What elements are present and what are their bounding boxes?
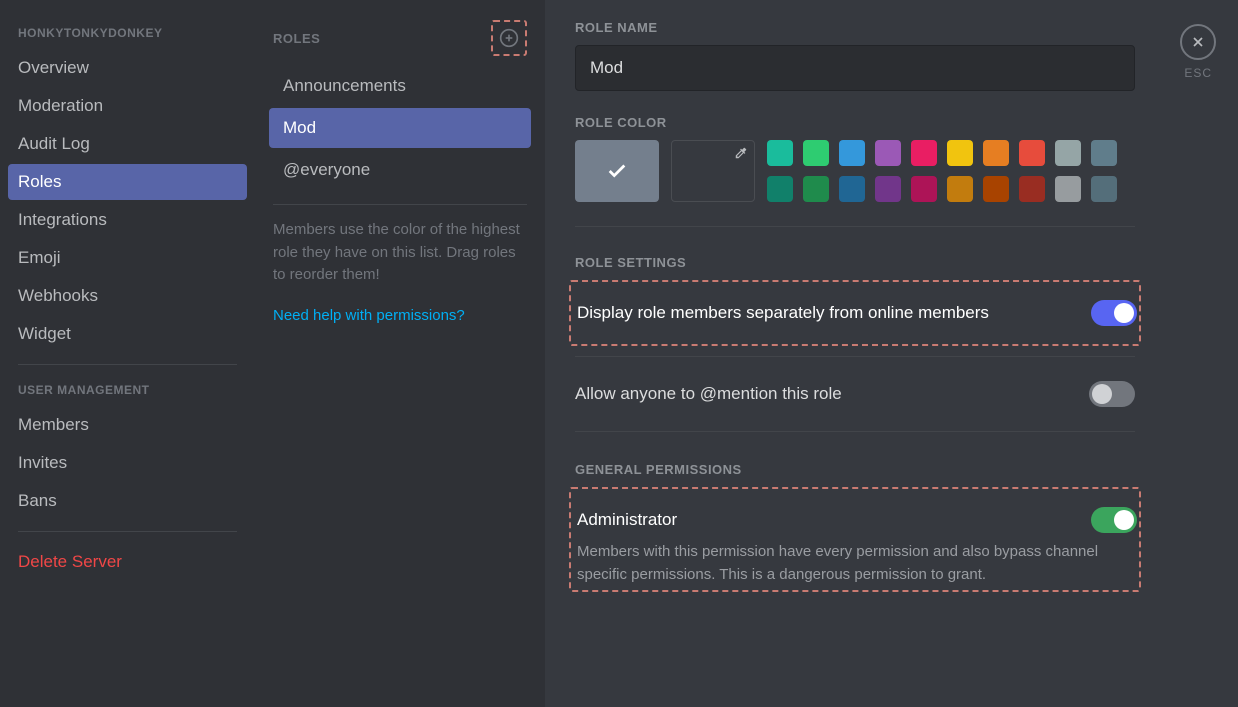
general-permissions-label: GENERAL PERMISSIONS bbox=[575, 462, 1208, 477]
color-swatch[interactable] bbox=[803, 140, 829, 166]
color-swatch[interactable] bbox=[1055, 140, 1081, 166]
custom-color-swatch[interactable] bbox=[671, 140, 755, 202]
default-color-swatch[interactable] bbox=[575, 140, 659, 202]
esc-label: ESC bbox=[1184, 66, 1212, 80]
color-swatch[interactable] bbox=[1091, 176, 1117, 202]
display-separately-label: Display role members separately from onl… bbox=[577, 303, 989, 323]
roles-title: ROLES bbox=[273, 31, 320, 46]
color-swatch[interactable] bbox=[983, 176, 1009, 202]
color-swatch[interactable] bbox=[803, 176, 829, 202]
nav-moderation[interactable]: Moderation bbox=[8, 88, 247, 124]
administrator-description: Members with this permission have every … bbox=[577, 541, 1137, 586]
nav-invites[interactable]: Invites bbox=[8, 445, 247, 481]
role-name-label: ROLE NAME bbox=[575, 20, 1208, 35]
divider bbox=[575, 226, 1135, 227]
color-swatch[interactable] bbox=[947, 140, 973, 166]
add-role-button[interactable] bbox=[491, 20, 527, 56]
administrator-toggle[interactable] bbox=[1091, 507, 1137, 533]
highlight-administrator: Administrator Members with this permissi… bbox=[569, 487, 1141, 592]
color-swatch[interactable] bbox=[1019, 140, 1045, 166]
divider bbox=[575, 356, 1135, 357]
color-swatch[interactable] bbox=[839, 140, 865, 166]
roles-list-panel: ROLES Announcements Mod @everyone Member… bbox=[255, 0, 545, 707]
role-edit-panel: ROLE NAME ROLE COLOR ROLE SETTINGS Displ… bbox=[545, 0, 1238, 707]
color-swatch[interactable] bbox=[767, 140, 793, 166]
color-swatch[interactable] bbox=[983, 140, 1009, 166]
nav-webhooks[interactable]: Webhooks bbox=[8, 278, 247, 314]
settings-sidebar: HONKYTONKYDONKEY Overview Moderation Aud… bbox=[0, 0, 255, 707]
nav-overview[interactable]: Overview bbox=[8, 50, 247, 86]
divider bbox=[273, 204, 527, 205]
color-swatch[interactable] bbox=[1019, 176, 1045, 202]
roles-help-link[interactable]: Need help with permissions? bbox=[269, 307, 531, 324]
close-button[interactable] bbox=[1180, 24, 1216, 60]
nav-integrations[interactable]: Integrations bbox=[8, 202, 247, 238]
divider bbox=[575, 431, 1135, 432]
nav-emoji[interactable]: Emoji bbox=[8, 240, 247, 276]
server-name-header: HONKYTONKYDONKEY bbox=[8, 20, 247, 46]
administrator-label: Administrator bbox=[577, 510, 677, 530]
color-swatch[interactable] bbox=[911, 176, 937, 202]
eyedropper-icon bbox=[734, 146, 748, 165]
highlight-display-separately: Display role members separately from onl… bbox=[569, 280, 1141, 346]
display-separately-toggle[interactable] bbox=[1091, 300, 1137, 326]
user-management-header: USER MANAGEMENT bbox=[8, 377, 247, 403]
roles-help-text: Members use the color of the highest rol… bbox=[269, 219, 531, 287]
role-color-label: ROLE COLOR bbox=[575, 115, 1208, 130]
color-swatch[interactable] bbox=[875, 176, 901, 202]
color-swatch[interactable] bbox=[767, 176, 793, 202]
role-item-everyone[interactable]: @everyone bbox=[269, 150, 531, 190]
color-swatch[interactable] bbox=[1091, 140, 1117, 166]
role-settings-label: ROLE SETTINGS bbox=[575, 255, 1208, 270]
color-picker bbox=[575, 140, 1208, 202]
nav-roles[interactable]: Roles bbox=[8, 164, 247, 200]
color-swatch[interactable] bbox=[839, 176, 865, 202]
nav-widget[interactable]: Widget bbox=[8, 316, 247, 352]
color-swatch[interactable] bbox=[911, 140, 937, 166]
role-item-mod[interactable]: Mod bbox=[269, 108, 531, 148]
close-icon bbox=[1190, 34, 1206, 50]
divider bbox=[18, 531, 237, 532]
check-icon bbox=[606, 160, 628, 182]
allow-mention-label: Allow anyone to @mention this role bbox=[575, 384, 842, 404]
allow-mention-toggle[interactable] bbox=[1089, 381, 1135, 407]
color-swatch[interactable] bbox=[1055, 176, 1081, 202]
nav-delete-server[interactable]: Delete Server bbox=[8, 544, 247, 580]
nav-bans[interactable]: Bans bbox=[8, 483, 247, 519]
nav-members[interactable]: Members bbox=[8, 407, 247, 443]
role-item-announcements[interactable]: Announcements bbox=[269, 66, 531, 106]
nav-audit-log[interactable]: Audit Log bbox=[8, 126, 247, 162]
role-name-input[interactable] bbox=[575, 45, 1135, 91]
divider bbox=[18, 364, 237, 365]
plus-circle-icon bbox=[499, 28, 519, 48]
color-swatch[interactable] bbox=[947, 176, 973, 202]
color-swatch[interactable] bbox=[875, 140, 901, 166]
